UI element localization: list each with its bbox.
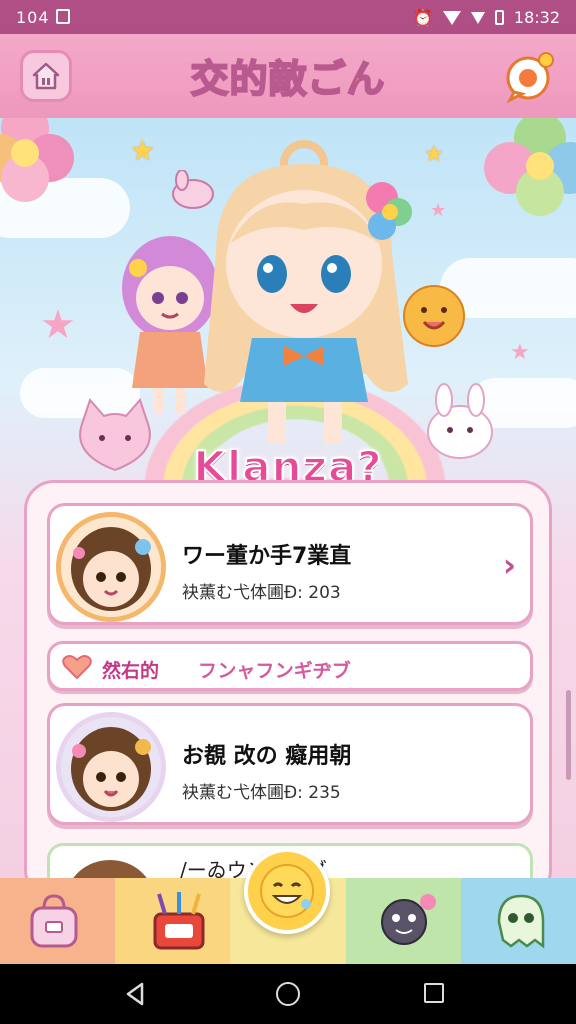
system-navigation-bar [0, 964, 576, 1024]
scrollbar[interactable] [566, 690, 571, 780]
character-name: ワー董か手7業直 [182, 544, 352, 569]
chat-icon [506, 52, 554, 104]
back-icon[interactable] [124, 982, 146, 1006]
home-circle-icon[interactable] [276, 982, 300, 1006]
avatar [56, 712, 166, 822]
nav-monster[interactable] [345, 878, 461, 964]
signal-icon [470, 11, 485, 24]
orange-pet-character [403, 285, 465, 347]
wifi-icon [442, 10, 461, 25]
character-name: お覩 改の 癡用朝 [182, 744, 352, 769]
character-card[interactable]: ワー董か手7業直 袂薫む弋体圃Ð: 203 › [47, 503, 533, 625]
recent-apps-icon[interactable] [424, 983, 444, 1003]
flower-right-decoration [484, 118, 576, 216]
monster-icon [380, 894, 436, 945]
character-card[interactable]: お覩 改の 癡用朝 袂薫む弋体圃Ð: 235 [47, 703, 533, 825]
main-girl-character [204, 140, 412, 444]
flower-left-decoration [0, 118, 74, 202]
favorites-filter[interactable]: 然右的 フンャフンギヂブ [47, 641, 533, 691]
nav-art-kit[interactable] [115, 878, 231, 964]
center-action-button[interactable] [244, 848, 330, 934]
battery-icon [494, 10, 504, 25]
avatar [56, 512, 166, 622]
chat-button[interactable] [502, 48, 558, 104]
star-decoration: ★ [424, 142, 444, 167]
clock: 18:32 [513, 8, 560, 27]
filter-value: フンャフンギヂブ [198, 660, 351, 682]
notification-icon [56, 9, 70, 24]
star-decoration: ★ [510, 340, 530, 365]
smile-icon [260, 864, 314, 918]
nav-bag[interactable] [0, 878, 116, 964]
app-header: 交的敵ごん [0, 34, 576, 118]
status-left-text: 104 [16, 8, 50, 27]
status-bar: 104 ⏰ 18:32 [0, 0, 576, 34]
character-list-panel: ワー董か手7業直 袂薫む弋体圃Ð: 203 › 然右的 フンャフンギヂブ お覩 … [24, 480, 552, 903]
star-decoration: ★ [40, 302, 76, 348]
character-meta: 袂薫む弋体圃Ð: 203 [182, 583, 341, 603]
star-decoration: ★ [130, 134, 156, 167]
heart-icon [62, 655, 92, 680]
art-kit-icon [153, 892, 205, 950]
alarm-icon: ⏰ [412, 8, 433, 27]
home-icon [32, 62, 60, 90]
star-decoration: ★ [430, 200, 447, 221]
nav-ghost[interactable] [460, 878, 576, 964]
character-meta: 袂薫む弋体圃Ð: 235 [182, 783, 341, 803]
filter-label: 然右的 [102, 660, 160, 682]
chevron-right-icon[interactable]: › [503, 546, 516, 584]
bag-icon [30, 894, 78, 948]
app-title: 交的敵ごん [189, 56, 386, 102]
status-right: ⏰ 18:32 [413, 8, 560, 27]
ghost-icon [497, 894, 545, 949]
home-button[interactable] [20, 50, 72, 102]
